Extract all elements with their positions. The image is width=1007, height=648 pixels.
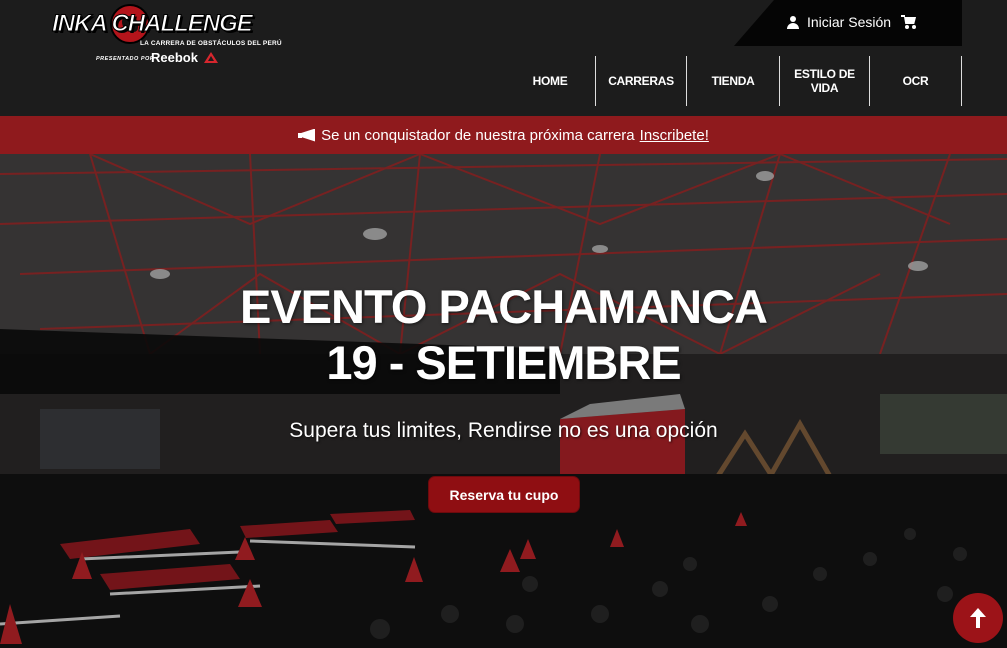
logo-text: INKA CHALLENGE bbox=[52, 10, 254, 38]
register-link[interactable]: Inscribete! bbox=[640, 127, 709, 144]
reserve-spot-button[interactable]: Reserva tu cupo bbox=[428, 476, 580, 513]
main-nav: HOME CARRERAS TIENDA ESTILO DE VIDA OCR bbox=[505, 56, 962, 106]
reebok-delta-icon bbox=[204, 52, 218, 63]
hero-title: EVENTO PACHAMANCA 19 - SETIEMBRE bbox=[0, 279, 1007, 391]
nav-item-home[interactable]: HOME bbox=[505, 56, 596, 106]
scroll-to-top-button[interactable] bbox=[953, 593, 1003, 643]
sponsor-name: Reebok bbox=[151, 50, 198, 65]
logo-tagline: LA CARRERA DE OBSTÁCULOS DEL PERÚ bbox=[140, 40, 282, 47]
promo-text: Se un conquistador de nuestra próxima ca… bbox=[321, 126, 635, 144]
nav-item-estilo-de-vida[interactable]: ESTILO DE VIDA bbox=[780, 56, 870, 106]
hero-background-image bbox=[0, 154, 1007, 648]
login-link[interactable]: Iniciar Sesión bbox=[787, 14, 917, 30]
presented-by: PRESENTADO POR bbox=[96, 56, 155, 62]
hero-section: EVENTO PACHAMANCA 19 - SETIEMBRE Supera … bbox=[0, 154, 1007, 648]
nav-item-carreras[interactable]: CARRERAS bbox=[596, 56, 687, 106]
arrow-up-icon bbox=[970, 608, 986, 628]
hero-title-line1: EVENTO PACHAMANCA bbox=[239, 280, 768, 333]
user-icon bbox=[787, 15, 799, 29]
site-header: INKA CHALLENGE LA CARRERA DE OBSTÁCULOS … bbox=[0, 0, 1007, 116]
nav-item-tienda[interactable]: TIENDA bbox=[687, 56, 780, 106]
hero-title-line2: 19 - SETIEMBRE bbox=[326, 336, 681, 389]
login-label: Iniciar Sesión bbox=[807, 14, 892, 30]
cart-icon[interactable] bbox=[901, 15, 917, 29]
nav-item-ocr[interactable]: OCR bbox=[870, 56, 962, 106]
promo-banner: Se un conquistador de nuestra próxima ca… bbox=[0, 116, 1007, 154]
hero-subtitle: Supera tus limites, Rendirse no es una o… bbox=[289, 419, 718, 442]
megaphone-icon bbox=[298, 129, 315, 142]
inka-challenge-logo[interactable]: INKA CHALLENGE LA CARRERA DE OBSTÁCULOS … bbox=[48, 4, 282, 68]
